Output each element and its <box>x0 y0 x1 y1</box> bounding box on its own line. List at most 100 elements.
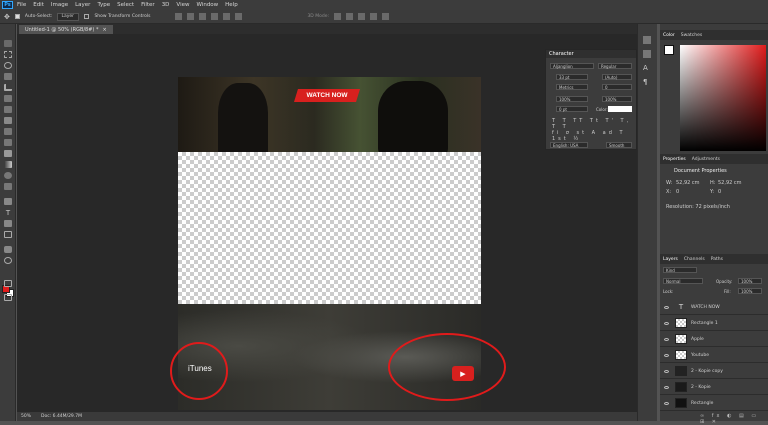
tab-channels[interactable]: Channels <box>684 257 705 262</box>
layer-row[interactable]: Rectangle <box>660 396 768 411</box>
leading-field[interactable]: (Auto) <box>602 74 632 80</box>
color-fg-swatch[interactable] <box>664 45 674 55</box>
eraser-tool-icon[interactable] <box>4 150 12 157</box>
lasso-tool-icon[interactable] <box>4 62 12 69</box>
zoom-tool-icon[interactable] <box>4 257 12 264</box>
visibility-eye-icon[interactable] <box>664 337 669 341</box>
opentype-buttons[interactable]: fi σ st A ad T 1st ½ <box>552 130 632 142</box>
visibility-eye-icon[interactable] <box>664 369 669 373</box>
color-picker-field[interactable] <box>680 45 766 151</box>
visibility-eye-icon[interactable] <box>664 321 669 325</box>
layer-row[interactable]: Rectangle 1 <box>660 316 768 331</box>
menu-help[interactable]: Help <box>225 2 238 8</box>
menu-3d[interactable]: 3D <box>162 2 170 8</box>
font-family-dropdown[interactable]: Aljanglion <box>550 63 594 69</box>
tab-swatches[interactable]: Swatches <box>681 33 703 38</box>
menu-view[interactable]: View <box>176 2 189 8</box>
brush-tool-icon[interactable] <box>4 117 12 124</box>
visibility-eye-icon[interactable] <box>664 305 669 309</box>
horizontal-scale-field[interactable]: 100% <box>602 96 632 102</box>
align-right-icon[interactable] <box>235 13 243 20</box>
document-tab[interactable]: Untitled-1 @ 50% (RGB/8#) * × <box>19 25 113 34</box>
tab-adjustments[interactable]: Adjustments <box>692 157 720 162</box>
hand-tool-icon[interactable] <box>4 246 12 253</box>
menu-layer[interactable]: Layer <box>75 2 90 8</box>
layer-row[interactable]: 2 - Kopie <box>660 380 768 395</box>
align-center-icon[interactable] <box>223 13 231 20</box>
width-value[interactable]: 52,92 cm <box>676 180 700 186</box>
menu-type[interactable]: Type <box>97 2 110 8</box>
gradient-tool-icon[interactable] <box>4 161 12 168</box>
crop-tool-icon[interactable] <box>4 84 12 91</box>
layer-row[interactable]: T WATCH NOW <box>660 300 768 315</box>
history-brush-tool-icon[interactable] <box>4 139 12 146</box>
text-color-swatch[interactable] <box>608 106 632 112</box>
y-value[interactable]: 0 <box>718 189 721 195</box>
history-panel-icon[interactable] <box>643 36 651 44</box>
layer-filter-kind[interactable]: Kind <box>663 267 697 273</box>
baseline-shift-field[interactable]: 0 pt <box>556 106 588 112</box>
rectangle-tool-icon[interactable] <box>4 231 12 238</box>
menu-window[interactable]: Window <box>196 2 218 8</box>
auto-select-checkbox[interactable] <box>14 14 20 19</box>
menu-edit[interactable]: Edit <box>33 2 44 8</box>
kerning-field[interactable]: Metrics <box>556 84 588 90</box>
layer-row[interactable]: 2 - Kopie copy <box>660 364 768 379</box>
align-middle-icon[interactable] <box>187 13 195 20</box>
language-dropdown[interactable]: English: USA <box>550 142 588 148</box>
vertical-scale-field[interactable]: 100% <box>556 96 588 102</box>
quick-mask-icon[interactable] <box>4 280 12 287</box>
clone-stamp-tool-icon[interactable] <box>4 128 12 135</box>
3d-scale-icon[interactable] <box>381 13 389 20</box>
layer-row[interactable]: Youtube <box>660 348 768 363</box>
move-tool-icon[interactable] <box>4 40 12 47</box>
zoom-level[interactable]: 50% <box>21 414 31 419</box>
height-value[interactable]: 52,92 cm <box>718 180 742 186</box>
paragraph-panel-icon[interactable]: ¶ <box>643 78 651 86</box>
move-tool-icon[interactable]: ✥ <box>4 13 10 21</box>
font-style-dropdown[interactable]: Regular <box>598 63 632 69</box>
3d-roll-icon[interactable] <box>345 13 353 20</box>
close-tab-icon[interactable]: × <box>102 27 106 33</box>
menu-file[interactable]: File <box>17 2 26 8</box>
align-left-icon[interactable] <box>211 13 219 20</box>
visibility-eye-icon[interactable] <box>664 401 669 405</box>
visibility-eye-icon[interactable] <box>664 385 669 389</box>
marquee-tool-icon[interactable] <box>4 51 12 58</box>
menu-select[interactable]: Select <box>117 2 134 8</box>
auto-select-dropdown[interactable]: Layer <box>57 12 80 21</box>
tab-paths[interactable]: Paths <box>711 257 723 262</box>
path-selection-tool-icon[interactable] <box>4 220 12 227</box>
tab-properties[interactable]: Properties <box>663 157 686 162</box>
anti-alias-dropdown[interactable]: Smooth <box>606 142 632 148</box>
align-bottom-icon[interactable] <box>199 13 207 20</box>
screen-mode-icon[interactable] <box>4 294 12 301</box>
x-value[interactable]: 0 <box>676 189 679 195</box>
dodge-tool-icon[interactable] <box>4 183 12 190</box>
3d-rotate-icon[interactable] <box>333 13 341 20</box>
tracking-field[interactable]: 0 <box>602 84 632 90</box>
layer-row[interactable]: Apple <box>660 332 768 347</box>
menu-image[interactable]: Image <box>51 2 68 8</box>
quick-select-tool-icon[interactable] <box>4 73 12 80</box>
watch-now-button[interactable]: WATCH NOW <box>294 89 360 102</box>
menu-filter[interactable]: Filter <box>141 2 155 8</box>
blend-mode-dropdown[interactable]: Normal <box>663 278 703 284</box>
brush-presets-icon[interactable] <box>643 50 651 58</box>
tab-color[interactable]: Color <box>663 33 675 38</box>
opacity-field[interactable]: 100% <box>738 278 762 284</box>
healing-brush-tool-icon[interactable] <box>4 106 12 113</box>
type-tool-icon[interactable]: T <box>4 209 12 217</box>
visibility-eye-icon[interactable] <box>664 353 669 357</box>
tab-layers[interactable]: Layers <box>663 257 678 262</box>
eyedropper-tool-icon[interactable] <box>4 95 12 102</box>
character-panel-icon[interactable]: A <box>643 64 651 72</box>
3d-drag-icon[interactable] <box>357 13 365 20</box>
align-top-icon[interactable] <box>175 13 183 20</box>
blur-tool-icon[interactable] <box>4 172 12 179</box>
fill-field[interactable]: 100% <box>738 288 762 294</box>
pen-tool-icon[interactable] <box>4 198 12 205</box>
font-size-field[interactable]: 33 pt <box>556 74 588 80</box>
transform-controls-checkbox[interactable] <box>84 14 90 19</box>
layers-footer-buttons[interactable]: ∞ fx ◐ ▤ ▭ ⊞ ✕ <box>700 413 764 425</box>
